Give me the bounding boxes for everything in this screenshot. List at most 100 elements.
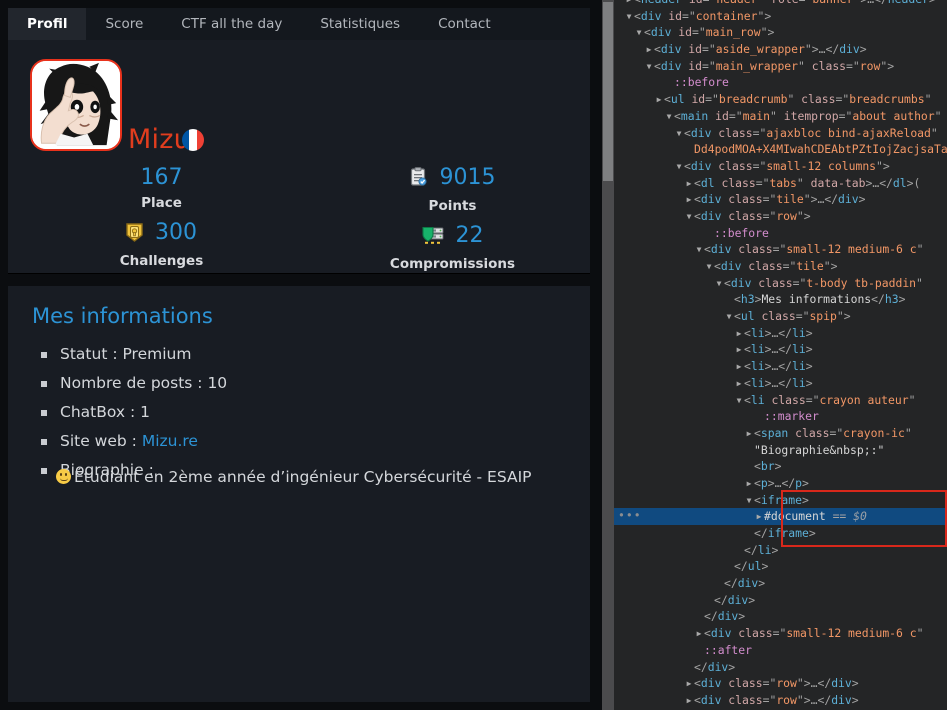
twisty-icon[interactable]: ▼ [624,9,634,26]
devtools-elements-panel[interactable]: ▶<header id="header" role="banner">…</he… [614,0,947,710]
dom-node[interactable]: ▶ <li>…</li> [614,375,947,392]
website-link[interactable]: Mizu.re [142,432,198,450]
twisty-icon[interactable] [694,643,704,660]
twisty-icon[interactable] [724,559,734,576]
screenshot-root: Profil Score CTF all the day Statistiques Co… [0,0,947,710]
twisty-icon[interactable] [664,75,674,92]
twisty-icon[interactable]: ▶ [734,376,744,393]
twisty-icon[interactable] [684,660,694,677]
dom-node[interactable]: ▼ <div class="small-12 medium-6 c" [614,241,947,258]
dom-node[interactable]: ▶ <p>…</p> [614,475,947,492]
dom-node[interactable]: </div> [614,659,947,676]
dom-node[interactable]: ▶<div class="row">…</div> [614,692,947,709]
dom-node[interactable]: ▶ <div id="aside_wrapper">…</div> [614,41,947,58]
dom-node[interactable]: ▶ <ul id="breadcrumb" class="breadcrumbs" [614,91,947,108]
dom-node[interactable]: </div> [614,575,947,592]
dom-node[interactable]: </div> [614,608,947,625]
dom-node[interactable]: ▶ <li>…</li> [614,358,947,375]
twisty-icon[interactable] [754,409,764,426]
twisty-icon[interactable] [704,593,714,610]
dom-tree[interactable]: ▶<header id="header" role="banner">…</he… [614,0,947,710]
dom-node[interactable]: ▼ <div class="small-12 columns"> [614,158,947,175]
twisty-icon[interactable]: ▼ [674,159,684,176]
twisty-icon[interactable]: ▼ [714,276,724,293]
informations-title: Mes informations [32,304,213,328]
twisty-icon[interactable]: ▼ [744,493,754,510]
dom-node[interactable]: </ul> [614,558,947,575]
twisty-icon[interactable]: ▼ [674,126,684,143]
twisty-icon[interactable]: ▼ [664,109,674,126]
twisty-icon[interactable]: ▶ [684,693,694,710]
dom-node[interactable]: ▼ <div class="ajaxbloc bind-ajaxReload" [614,125,947,142]
dom-node[interactable]: ▶ <div class="small-12 medium-6 c" [614,625,947,642]
dom-node[interactable]: ::marker [614,408,947,425]
twisty-icon[interactable] [684,142,694,159]
dom-node[interactable]: ▶<header id="header" role="banner">…</he… [614,0,947,8]
dom-node[interactable]: Dd4podMOA+X4MIwahCDEAbtPZtIojZacjsaTa [614,141,947,158]
dom-node[interactable]: <br> [614,458,947,475]
twisty-icon[interactable]: ▼ [634,25,644,42]
stat-place-label: Place [141,195,182,211]
twisty-icon[interactable] [694,609,704,626]
twisty-icon[interactable] [744,459,754,476]
dom-node[interactable]: ▼ <main id="main" itemprop="about author" [614,108,947,125]
twisty-icon[interactable]: ▶ [654,92,664,109]
twisty-icon[interactable]: ▼ [644,59,654,76]
dom-node[interactable]: </div> [614,592,947,609]
dom-node[interactable]: <h3>Mes informations</h3> [614,291,947,308]
tab-contact[interactable]: Contact [419,8,510,40]
dom-node[interactable]: ▶ <dl class="tabs" data-tab>…</dl>( [614,175,947,192]
twisty-icon[interactable]: ▼ [724,309,734,326]
twisty-icon[interactable] [734,543,744,560]
dom-node[interactable]: ▶ <div class="tile">…</div> [614,191,947,208]
dom-node[interactable]: ▶ <span class="crayon-ic" [614,425,947,442]
twisty-icon[interactable]: ▼ [734,393,744,410]
twisty-icon[interactable]: ▶ [684,192,694,209]
dom-node[interactable]: ::after [614,642,947,659]
dom-node[interactable]: ▶<div class="row">…</div> [614,675,947,692]
dom-node[interactable]: ▼ <ul class="spip"> [614,308,947,325]
twisty-icon[interactable]: ▼ [684,209,694,226]
tab-profil[interactable]: Profil [8,8,87,40]
twisty-icon[interactable]: ▶ [734,342,744,359]
twisty-icon[interactable]: ▶ [744,426,754,443]
twisty-icon[interactable]: ▶ [694,626,704,643]
dom-node[interactable]: ▼ <div id="container"> [614,8,947,25]
stat-points-value: 9015 [307,164,598,195]
dom-node[interactable]: "Biographie&nbsp;:" [614,442,947,459]
twisty-icon[interactable]: ▶ [734,359,744,376]
dom-node[interactable]: ▼ <div class="tile"> [614,258,947,275]
stats-column-right: 9015 Points 22 Compromissions [307,164,598,280]
dom-node[interactable]: ▼ <iframe> [614,492,947,509]
twisty-icon[interactable] [714,576,724,593]
dom-node[interactable]: </iframe> [614,525,947,542]
twisty-icon[interactable] [724,292,734,309]
page-scrollbar-thumb[interactable] [603,2,613,181]
dom-node[interactable]: ::before [614,225,947,242]
twisty-icon[interactable] [704,226,714,243]
page-vertical-scrollbar[interactable] [602,0,614,710]
twisty-icon[interactable]: ▶ [684,176,694,193]
tab-statistiques[interactable]: Statistiques [301,8,419,40]
twisty-icon[interactable]: ▶ [734,326,744,343]
dom-node[interactable]: ▶ <li>…</li> [614,341,947,358]
tab-ctf-all-the-day[interactable]: CTF all the day [162,8,301,40]
twisty-icon[interactable]: ▶ [684,676,694,693]
dom-node[interactable]: ▼ <div id="main_row"> [614,24,947,41]
twisty-icon[interactable]: ▶ [744,476,754,493]
dom-node[interactable]: </li> [614,542,947,559]
dom-node-selected[interactable]: ••• ▶ #document == $0 [614,508,947,525]
dom-node[interactable]: ▼ <div id="main_wrapper" class="row"> [614,58,947,75]
dom-node[interactable]: ▶ <li>…</li> [614,325,947,342]
twisty-icon[interactable] [744,443,754,460]
twisty-icon[interactable]: ▶ [754,509,764,526]
dom-node[interactable]: ▼ <div class="row"> [614,208,947,225]
twisty-icon[interactable] [744,526,754,543]
dom-node[interactable]: ▼ <li class="crayon auteur" [614,392,947,409]
twisty-icon[interactable]: ▶ [644,42,654,59]
twisty-icon[interactable]: ▼ [694,242,704,259]
dom-node[interactable]: ::before [614,74,947,91]
dom-node[interactable]: ▼ <div class="t-body tb-paddin" [614,275,947,292]
tab-score[interactable]: Score [86,8,162,40]
twisty-icon[interactable]: ▼ [704,259,714,276]
